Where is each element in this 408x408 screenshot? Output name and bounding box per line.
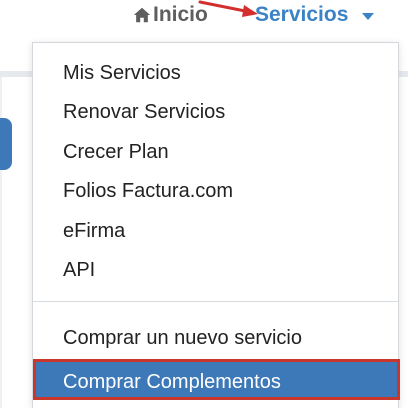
nav-services-label: Servicios <box>255 3 349 26</box>
menu-divider <box>33 301 398 302</box>
menu-item-folios-factura[interactable]: Folios Factura.com <box>63 176 233 206</box>
home-icon <box>133 6 151 24</box>
annotation-arrow-icon <box>198 0 258 17</box>
menu-item-efirma[interactable]: eFirma <box>63 216 125 246</box>
menu-item-renovar-servicios[interactable]: Renovar Servicios <box>63 97 225 127</box>
menu-item-crecer-plan[interactable]: Crecer Plan <box>63 137 169 167</box>
menu-item-mis-servicios[interactable]: Mis Servicios <box>63 58 181 88</box>
services-dropdown-menu: Mis Servicios Renovar Servicios Crecer P… <box>32 42 400 408</box>
nav-services-dropdown-toggle[interactable]: Servicios <box>255 2 375 28</box>
page-side-tab[interactable] <box>0 118 12 170</box>
menu-item-comprar-nuevo-servicio[interactable]: Comprar un nuevo servicio <box>63 323 302 353</box>
menu-item-api[interactable]: API <box>63 255 95 285</box>
menu-item-comprar-complementos[interactable]: Comprar Complementos <box>33 359 400 400</box>
caret-down-icon <box>362 12 375 20</box>
